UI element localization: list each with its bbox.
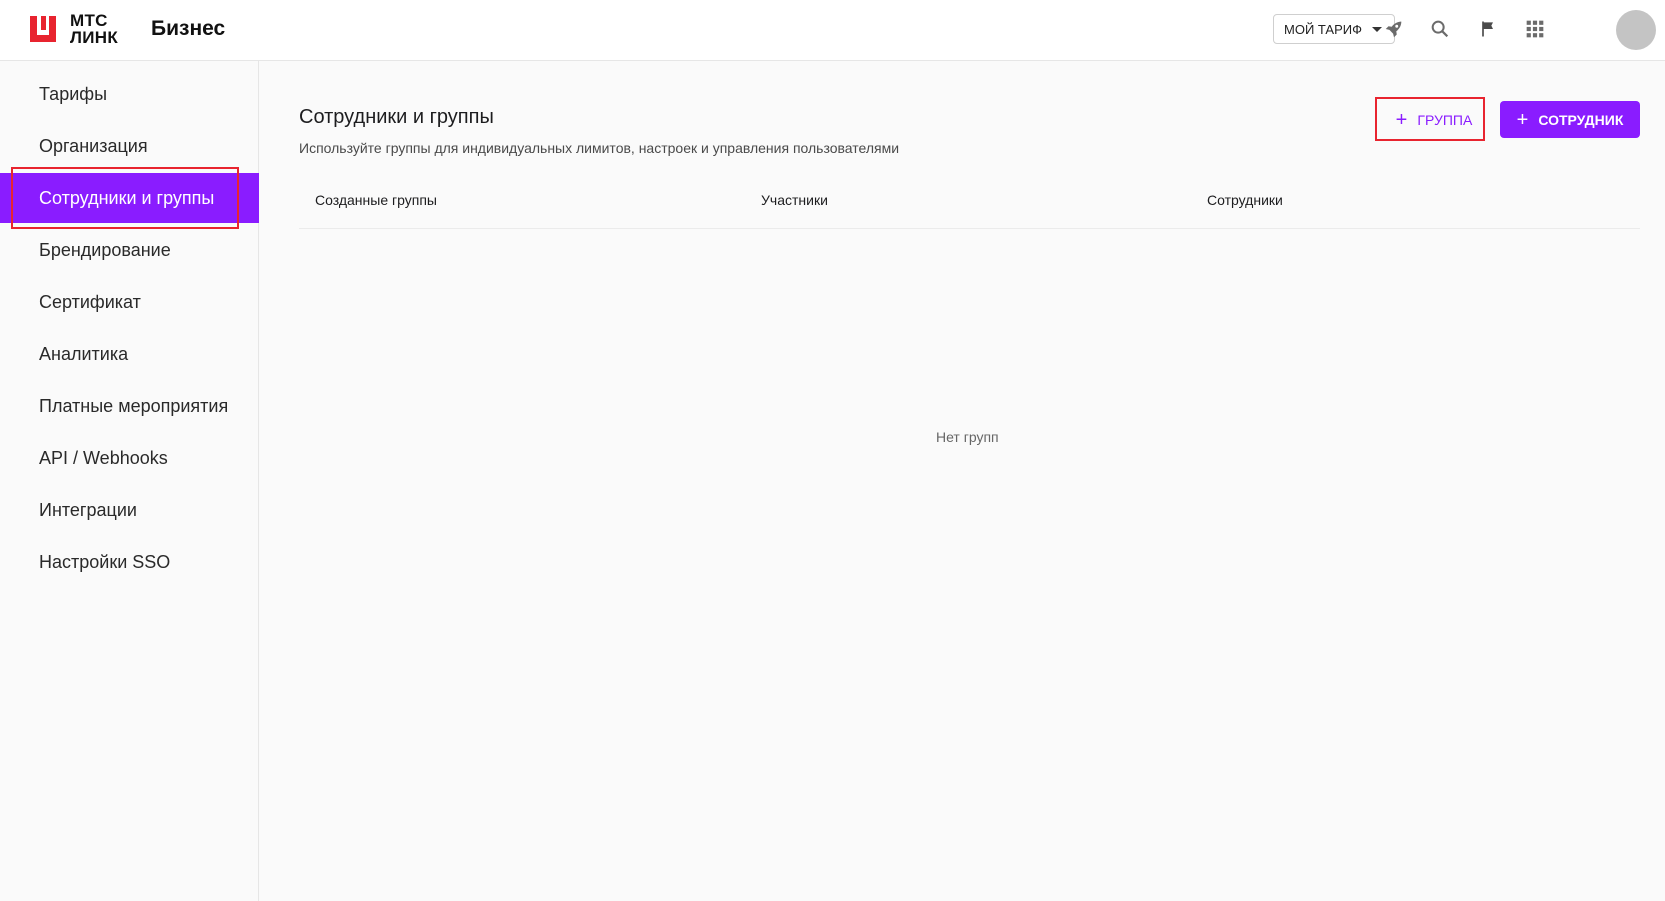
column-header-groups[interactable]: Созданные группы	[315, 192, 437, 208]
brand-subtitle: Бизнес	[151, 17, 226, 40]
logo-line-1: МТС	[70, 11, 108, 30]
sidebar-nav: Тарифы Организация Сотрудники и группы Б…	[0, 61, 259, 901]
mts-link-logo-icon[interactable]	[28, 14, 58, 44]
sidebar-item-api-webhooks[interactable]: API / Webhooks	[0, 433, 259, 483]
sidebar-item-integrations[interactable]: Интеграции	[0, 485, 259, 535]
my-tariff-dropdown[interactable]: МОЙ ТАРИФ	[1273, 14, 1395, 44]
add-employee-button[interactable]: + СОТРУДНИК	[1500, 101, 1640, 138]
top-header: МТС ЛИНК Бизнес МОЙ ТАРИФ	[0, 0, 1665, 61]
add-employee-label: СОТРУДНИК	[1538, 111, 1624, 128]
apps-grid-icon[interactable]	[1521, 15, 1549, 43]
user-avatar[interactable]	[1616, 10, 1656, 50]
my-tariff-label: МОЙ ТАРИФ	[1284, 21, 1362, 37]
page-description: Используйте группы для индивидуальных ли…	[299, 140, 900, 156]
logo-text: МТС ЛИНК	[70, 12, 118, 46]
sidebar-item-branding[interactable]: Брендирование	[0, 225, 259, 275]
page-title: Сотрудники и группы	[299, 106, 494, 128]
column-header-members[interactable]: Участники	[761, 192, 828, 208]
sidebar-item-tariffs[interactable]: Тарифы	[0, 69, 259, 119]
plus-icon: +	[1395, 109, 1408, 131]
rocket-icon[interactable]	[1380, 15, 1408, 43]
sidebar-item-organization[interactable]: Организация	[0, 121, 259, 171]
search-icon[interactable]	[1426, 15, 1454, 43]
sidebar-item-certificate[interactable]: Сертификат	[0, 277, 259, 327]
main-content: Сотрудники и группы Используйте группы д…	[260, 61, 1665, 901]
plus-icon: +	[1516, 108, 1529, 131]
sidebar-item-sso-settings[interactable]: Настройки SSO	[0, 537, 259, 587]
sidebar-item-paid-events[interactable]: Платные мероприятия	[0, 381, 259, 431]
table-divider	[299, 228, 1640, 229]
empty-state-text: Нет групп	[936, 429, 999, 445]
add-group-button[interactable]: + ГРУППА	[1383, 102, 1485, 138]
sidebar-item-employees-groups[interactable]: Сотрудники и группы	[0, 173, 259, 223]
column-header-employees[interactable]: Сотрудники	[1207, 192, 1283, 208]
flag-icon[interactable]	[1474, 15, 1502, 43]
add-group-label: ГРУППА	[1417, 112, 1473, 128]
sidebar-item-analytics[interactable]: Аналитика	[0, 329, 259, 379]
logo-line-2: ЛИНК	[70, 28, 118, 47]
